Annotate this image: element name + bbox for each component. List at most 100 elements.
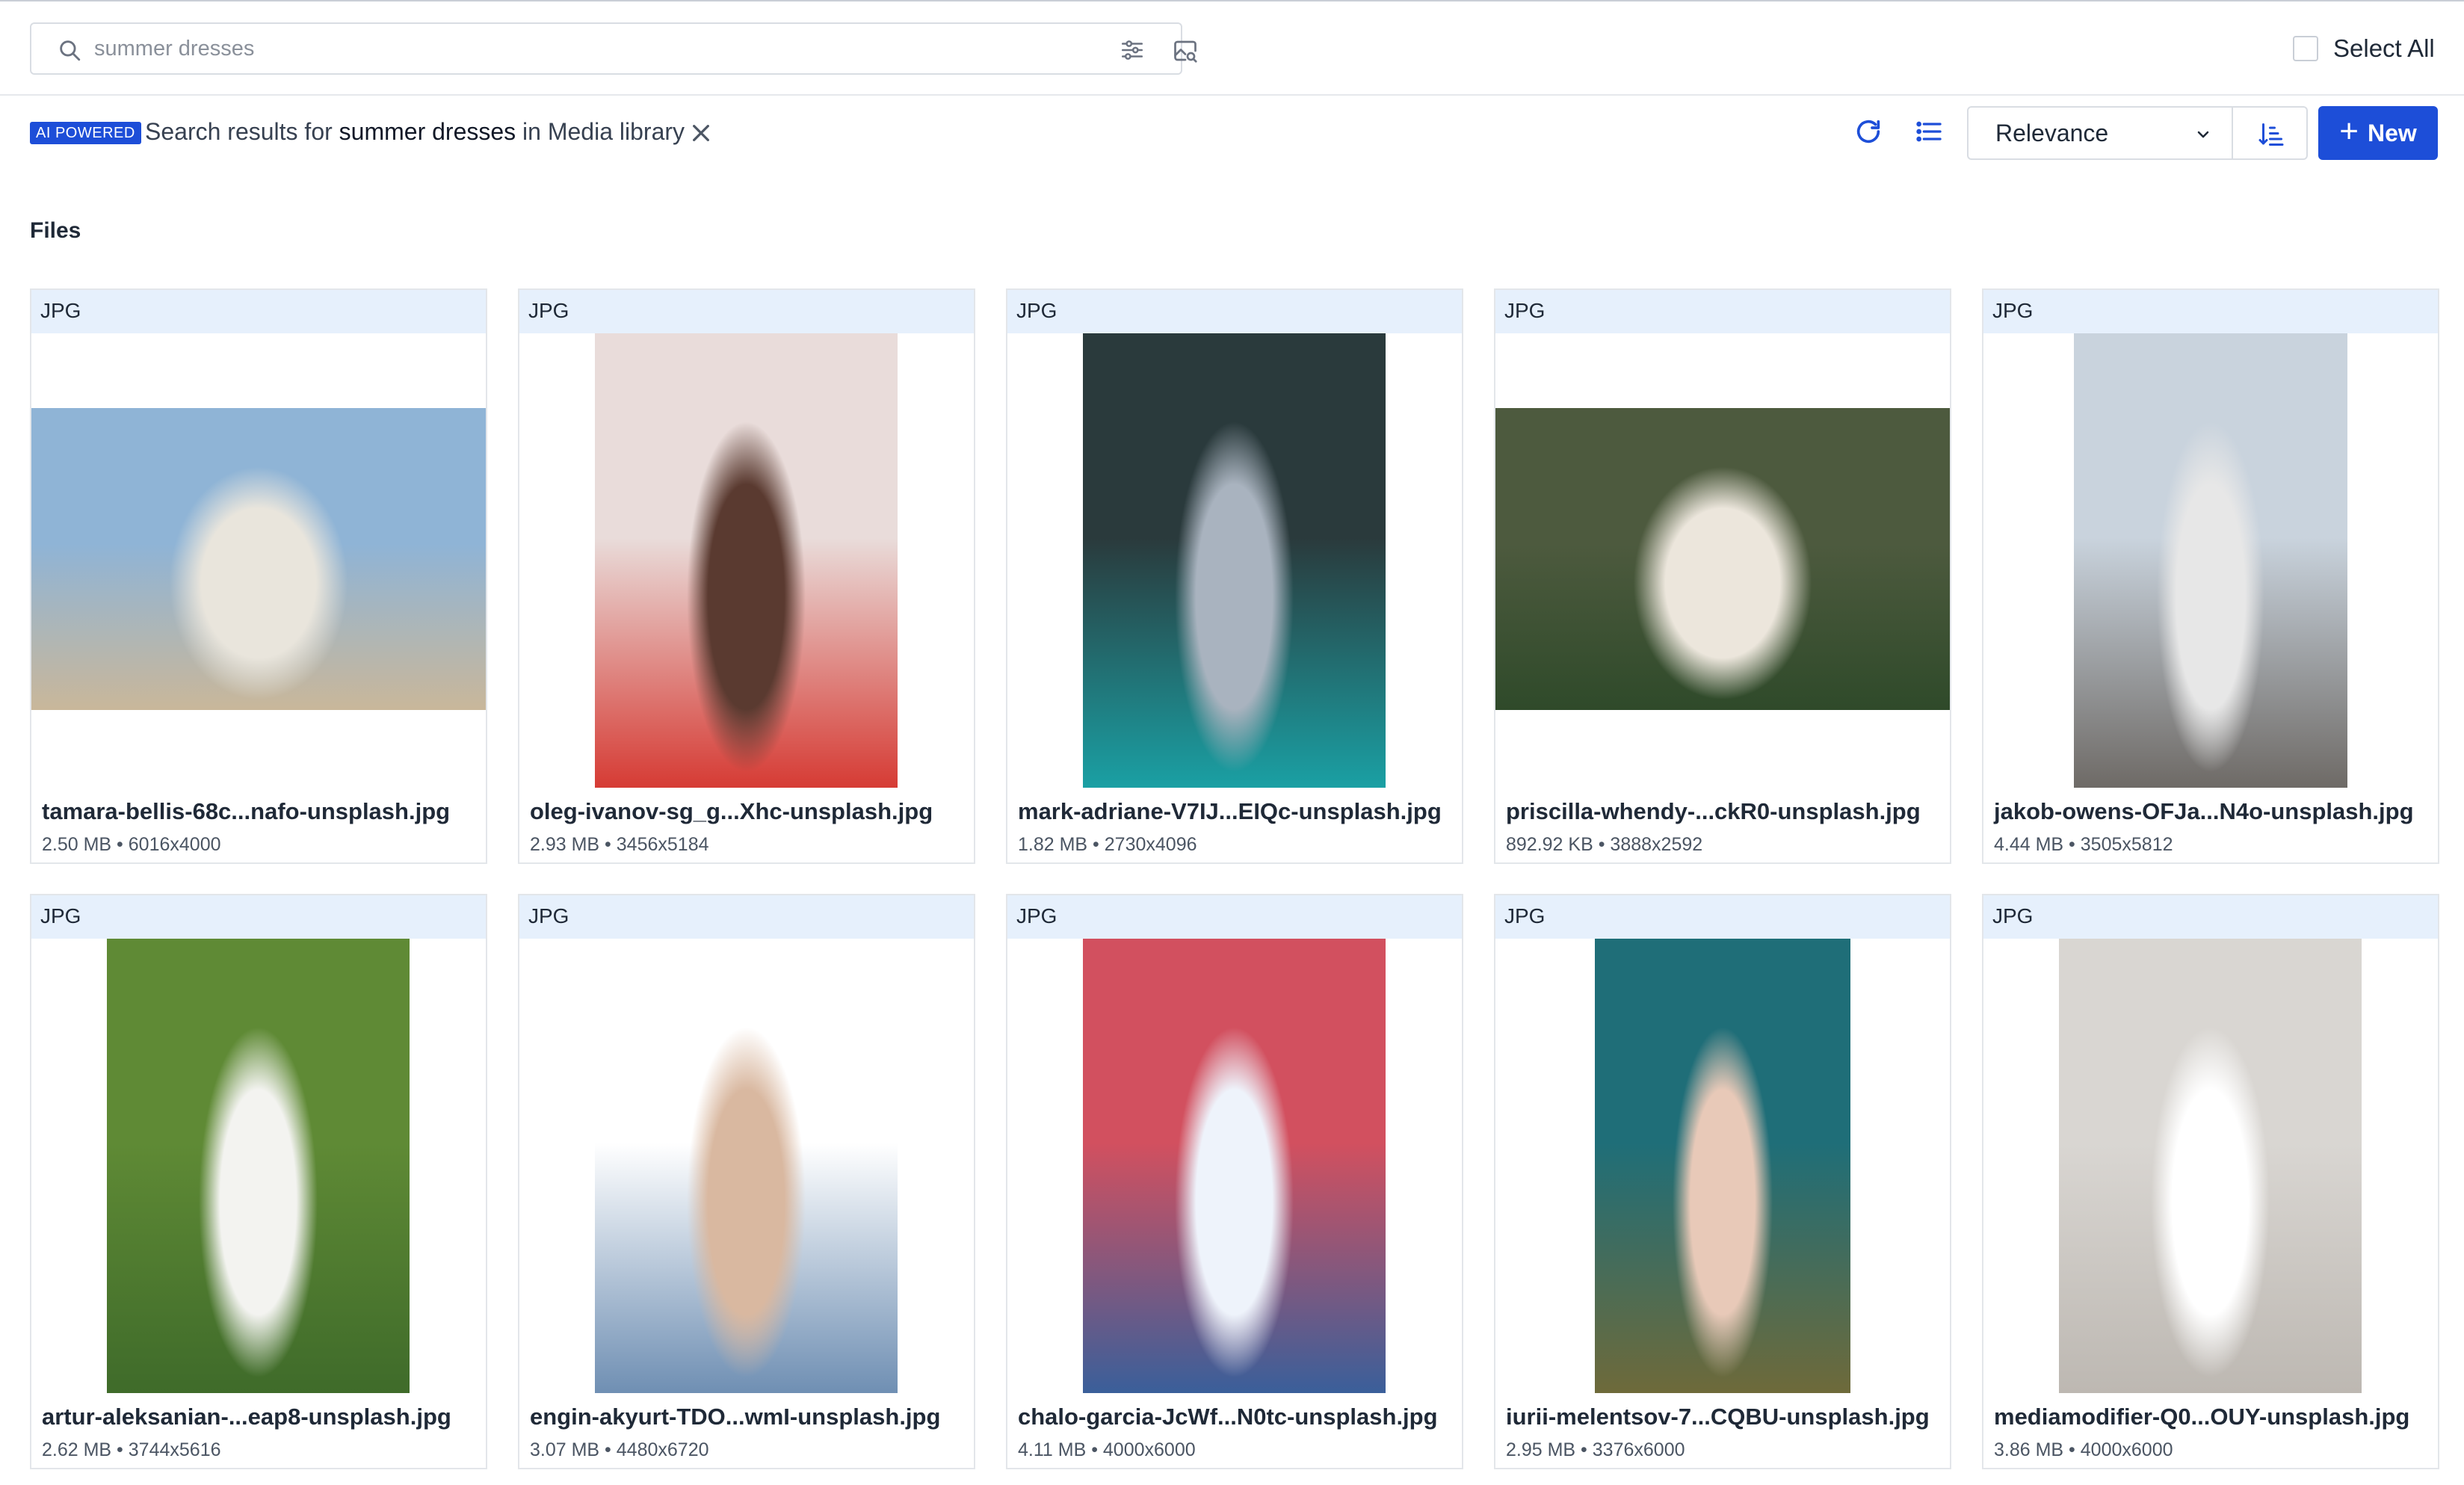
file-meta: 2.62 MB • 3744x5616 bbox=[42, 1439, 221, 1460]
file-type: JPG bbox=[1016, 904, 1057, 927]
file-card[interactable]: JPG oleg-ivanov-sg_g...Xhc-unsplash.jpg … bbox=[518, 288, 975, 864]
file-dimensions: 2730x4096 bbox=[1104, 834, 1197, 855]
file-thumbnail bbox=[1495, 939, 1950, 1393]
file-meta: 3.07 MB • 4480x6720 bbox=[530, 1439, 709, 1460]
file-type-bar: JPG bbox=[519, 895, 974, 939]
file-size: 3.07 MB bbox=[530, 1439, 600, 1460]
select-all-label: Select All bbox=[2333, 34, 2435, 62]
file-dimensions: 3376x6000 bbox=[1592, 1439, 1685, 1460]
file-name: mark-adriane-V7IJ...EIQc-unsplash.jpg bbox=[1018, 798, 1442, 824]
file-size: 1.82 MB bbox=[1018, 834, 1088, 855]
file-card[interactable]: JPG jakob-owens-OFJa...N4o-unsplash.jpg … bbox=[1982, 288, 2439, 864]
top-bar: Select All bbox=[0, 0, 2464, 96]
file-thumbnail bbox=[31, 333, 486, 788]
file-meta: 4.44 MB • 3505x5812 bbox=[1994, 834, 2173, 855]
file-card[interactable]: JPG mark-adriane-V7IJ...EIQc-unsplash.jp… bbox=[1006, 288, 1463, 864]
file-type-bar: JPG bbox=[1007, 895, 1462, 939]
file-size: 2.93 MB bbox=[530, 834, 600, 855]
thumbnail-image bbox=[1595, 939, 1850, 1393]
file-thumbnail bbox=[519, 333, 974, 788]
file-name: artur-aleksanian-...eap8-unsplash.jpg bbox=[42, 1404, 451, 1430]
file-name: chalo-garcia-JcWf...N0tc-unsplash.jpg bbox=[1018, 1404, 1438, 1430]
results-prefix: Search results for bbox=[145, 118, 333, 145]
file-meta: 3.86 MB • 4000x6000 bbox=[1994, 1439, 2173, 1460]
file-name: engin-akyurt-TDO...wmI-unsplash.jpg bbox=[530, 1404, 941, 1430]
file-type-bar: JPG bbox=[31, 895, 486, 939]
file-meta: 2.95 MB • 3376x6000 bbox=[1506, 1439, 1685, 1460]
file-card[interactable]: JPG iurii-melentsov-7...CQBU-unsplash.jp… bbox=[1494, 894, 1951, 1469]
file-meta: 1.82 MB • 2730x4096 bbox=[1018, 834, 1197, 855]
list-view-icon[interactable] bbox=[1913, 117, 1945, 146]
file-size: 2.50 MB bbox=[42, 834, 112, 855]
file-meta: 2.93 MB • 3456x5184 bbox=[530, 834, 709, 855]
search-icon bbox=[60, 40, 81, 61]
file-dimensions: 3456x5184 bbox=[616, 834, 709, 855]
thumbnail-image bbox=[595, 939, 898, 1393]
file-name: mediamodifier-Q0...OUY-unsplash.jpg bbox=[1994, 1404, 2410, 1430]
file-thumbnail bbox=[1495, 333, 1950, 788]
file-type-bar: JPG bbox=[1007, 290, 1462, 333]
file-type: JPG bbox=[528, 904, 569, 927]
file-card[interactable]: JPG priscilla-whendy-...ckR0-unsplash.jp… bbox=[1494, 288, 1951, 864]
search-input[interactable] bbox=[94, 30, 1066, 67]
file-meta: 4.11 MB • 4000x6000 bbox=[1018, 1439, 1196, 1460]
file-thumbnail bbox=[31, 939, 486, 1393]
new-button[interactable]: + New bbox=[2318, 106, 2438, 160]
file-dimensions: 4000x6000 bbox=[2080, 1439, 2173, 1460]
file-card[interactable]: JPG mediamodifier-Q0...OUY-unsplash.jpg … bbox=[1982, 894, 2439, 1469]
search-box[interactable] bbox=[30, 22, 1197, 75]
file-thumbnail bbox=[1007, 333, 1462, 788]
new-button-label: New bbox=[2367, 119, 2417, 146]
plus-icon: + bbox=[2339, 113, 2359, 149]
file-name: iurii-melentsov-7...CQBU-unsplash.jpg bbox=[1506, 1404, 1930, 1430]
file-type: JPG bbox=[1992, 904, 2034, 927]
thumbnail-image bbox=[2059, 939, 2362, 1393]
file-type: JPG bbox=[1504, 299, 1546, 322]
file-thumbnail bbox=[519, 939, 974, 1393]
results-toolbar: AI POWERED Search results for summer dre… bbox=[0, 97, 2464, 169]
file-dimensions: 6016x4000 bbox=[128, 834, 221, 855]
file-type: JPG bbox=[1504, 904, 1546, 927]
file-dimensions: 4480x6720 bbox=[616, 1439, 709, 1460]
file-meta: 2.50 MB • 6016x4000 bbox=[42, 834, 221, 855]
file-type-bar: JPG bbox=[519, 290, 974, 333]
file-dimensions: 4000x6000 bbox=[1102, 1439, 1196, 1460]
results-in: in bbox=[522, 118, 541, 145]
file-card[interactable]: JPG chalo-garcia-JcWf...N0tc-unsplash.jp… bbox=[1006, 894, 1463, 1469]
file-type: JPG bbox=[1016, 299, 1057, 322]
sort-direction-button[interactable] bbox=[2232, 106, 2308, 160]
file-card[interactable]: JPG tamara-bellis-68c...nafo-unsplash.jp… bbox=[30, 288, 487, 864]
results-summary: Search results for summer dresses in Med… bbox=[145, 118, 685, 146]
filter-icon[interactable] bbox=[1120, 37, 1145, 63]
results-location: Media library bbox=[547, 118, 685, 145]
select-all-checkbox[interactable] bbox=[2293, 36, 2318, 61]
close-icon[interactable] bbox=[689, 121, 713, 145]
file-name: tamara-bellis-68c...nafo-unsplash.jpg bbox=[42, 798, 451, 824]
file-size: 892.92 KB bbox=[1506, 834, 1593, 855]
file-size: 3.86 MB bbox=[1994, 1439, 2064, 1460]
files-section-title: Files bbox=[30, 218, 81, 243]
file-type-bar: JPG bbox=[1983, 290, 2438, 333]
thumbnail-image bbox=[1495, 408, 1950, 710]
select-all[interactable]: Select All bbox=[2293, 34, 2435, 63]
file-type: JPG bbox=[1992, 299, 2034, 322]
ai-powered-badge: AI POWERED bbox=[30, 122, 141, 144]
file-thumbnail bbox=[1007, 939, 1462, 1393]
sort-select[interactable]: Relevance bbox=[1967, 106, 2233, 160]
chevron-down-icon bbox=[2197, 131, 2209, 138]
sort-direction-icon bbox=[2258, 123, 2284, 146]
file-dimensions: 3744x5616 bbox=[128, 1439, 221, 1460]
file-size: 4.11 MB bbox=[1018, 1439, 1087, 1460]
sort-select-label: Relevance bbox=[1995, 119, 2109, 146]
file-card[interactable]: JPG artur-aleksanian-...eap8-unsplash.jp… bbox=[30, 894, 487, 1469]
image-search-icon[interactable] bbox=[1172, 37, 1199, 64]
file-type-bar: JPG bbox=[1495, 290, 1950, 333]
refresh-icon[interactable] bbox=[1853, 117, 1883, 146]
file-name: priscilla-whendy-...ckR0-unsplash.jpg bbox=[1506, 798, 1921, 824]
file-size: 2.95 MB bbox=[1506, 1439, 1576, 1460]
file-thumbnail bbox=[1983, 333, 2438, 788]
file-card[interactable]: JPG engin-akyurt-TDO...wmI-unsplash.jpg … bbox=[518, 894, 975, 1469]
thumbnail-image bbox=[31, 408, 486, 710]
thumbnail-image bbox=[1083, 939, 1386, 1393]
file-type-bar: JPG bbox=[1983, 895, 2438, 939]
